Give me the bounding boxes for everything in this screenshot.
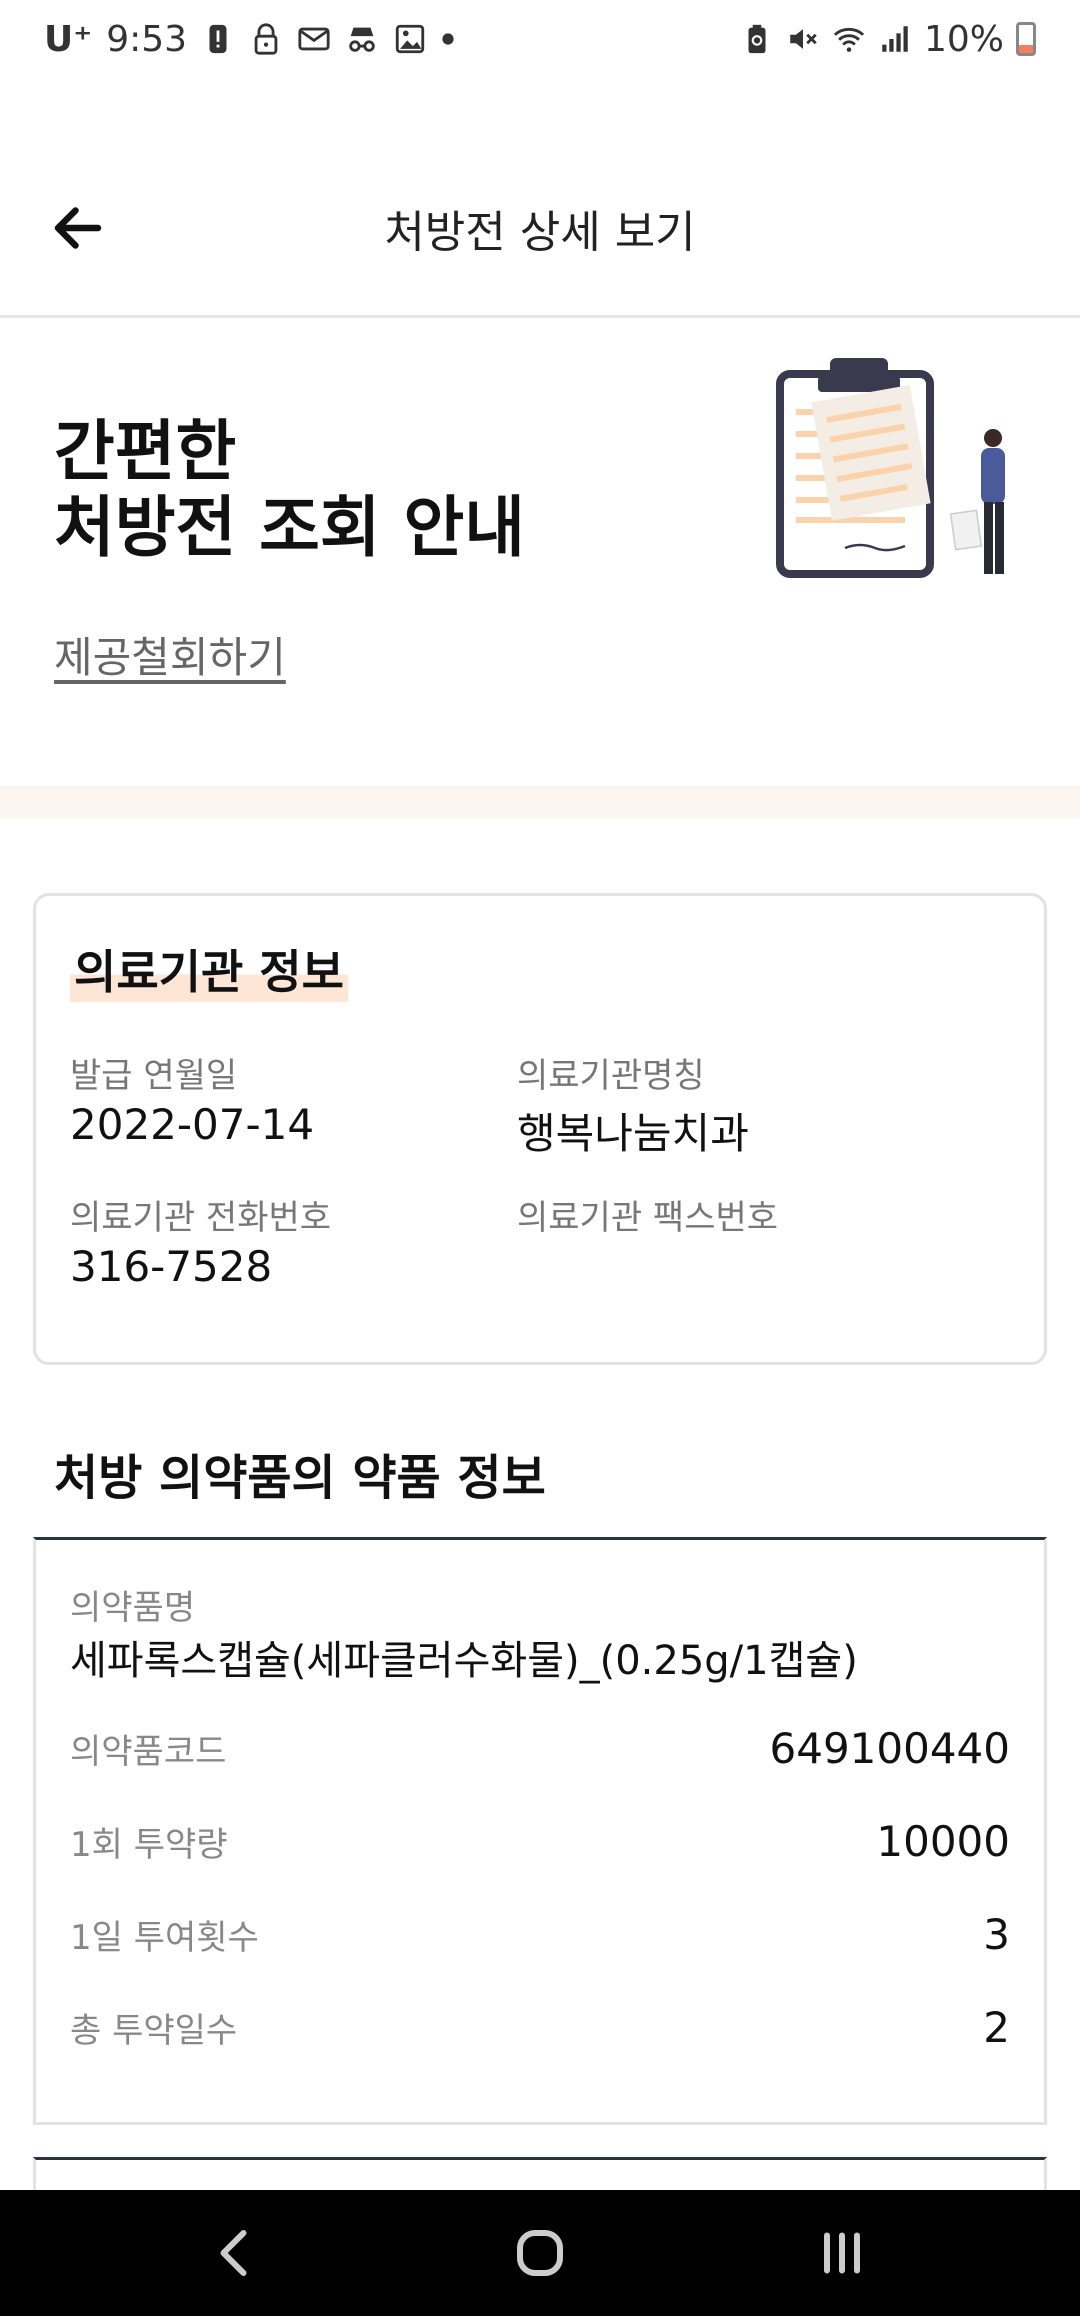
withdraw-consent-link[interactable]: 제공철회하기 xyxy=(54,624,286,685)
system-nav-bar xyxy=(0,2190,1080,2316)
wifi-icon xyxy=(833,27,865,52)
facility-name-value: 행복나눔치과 xyxy=(517,1109,749,1158)
clipboard-illustration-icon xyxy=(776,358,1005,578)
status-bar: U⁺ 9:53 10% xyxy=(0,0,1080,80)
total-days-value: 2 xyxy=(983,2003,1010,2052)
facility-fax-label: 의료기관 팩스번호 xyxy=(517,1198,779,1238)
mail-icon xyxy=(298,27,330,51)
back-nav-icon[interactable] xyxy=(206,2223,266,2283)
facility-card-title: 의료기관 정보 xyxy=(70,936,348,1002)
battery-icon xyxy=(1016,22,1036,56)
hero-title-line2: 처방전 조회 안내 xyxy=(54,489,525,566)
signal-icon xyxy=(882,26,908,52)
alert-icon xyxy=(209,24,227,54)
recents-nav-icon[interactable] xyxy=(812,2223,872,2283)
clock: 9:53 xyxy=(106,18,188,60)
facility-phone-value: 316-7528 xyxy=(70,1242,273,1291)
medicine-name-label: 의약품명 xyxy=(70,1588,196,1628)
hero-title-line1: 간편한 xyxy=(54,413,237,490)
dose-per-time-label: 1회 투약량 xyxy=(70,1825,228,1865)
battery-saver-icon xyxy=(748,24,766,54)
status-bar-right: 10% xyxy=(740,14,1036,64)
battery-percent: 10% xyxy=(923,18,1004,60)
facility-info-card: 의료기관 정보 발급 연월일 2022-07-14 의료기관명칭 행복나눔치과 … xyxy=(33,893,1047,1365)
medicine-card: 의약품명 세파록스캡슐(세파클러수화물)_(0.25g/1캡슐) 의약품코드 6… xyxy=(33,1537,1047,2125)
medicine-section-title: 처방 의약품의 약품 정보 xyxy=(54,1450,546,1506)
incognito-icon xyxy=(349,27,375,52)
app-bar: 처방전 상세 보기 xyxy=(0,150,1080,318)
issue-date-label: 발급 연월일 xyxy=(70,1056,238,1096)
medicine-code-value: 649100440 xyxy=(769,1724,1011,1773)
medicine-code-label: 의약품코드 xyxy=(70,1732,227,1772)
facility-phone-label: 의료기관 전화번호 xyxy=(70,1198,332,1238)
doses-per-day-value: 3 xyxy=(983,1910,1010,1959)
status-bar-left: U⁺ 9:53 xyxy=(44,14,455,64)
mute-icon xyxy=(790,29,817,49)
image-icon xyxy=(395,24,425,54)
doses-per-day-label: 1일 투여횟수 xyxy=(70,1918,259,1958)
issue-date-value: 2022-07-14 xyxy=(70,1100,315,1149)
page-title: 처방전 상세 보기 xyxy=(384,207,696,258)
hero-title: 간편한 처방전 조회 안내 xyxy=(54,414,525,566)
dose-per-time-value: 10000 xyxy=(876,1817,1010,1866)
hero-section: 간편한 처방전 조회 안내 제공철회하기 xyxy=(0,318,1080,786)
dot-icon xyxy=(442,33,454,45)
medicine-name-value: 세파록스캡슐(세파클러수화물)_(0.25g/1캡슐) xyxy=(70,1638,858,1684)
total-days-label: 총 투약일수 xyxy=(70,2011,238,2051)
section-divider xyxy=(0,786,1080,818)
lock-icon xyxy=(254,23,278,55)
home-nav-icon[interactable] xyxy=(510,2223,570,2283)
carrier-label: U⁺ xyxy=(44,18,93,60)
facility-name-label: 의료기관명칭 xyxy=(517,1056,705,1096)
